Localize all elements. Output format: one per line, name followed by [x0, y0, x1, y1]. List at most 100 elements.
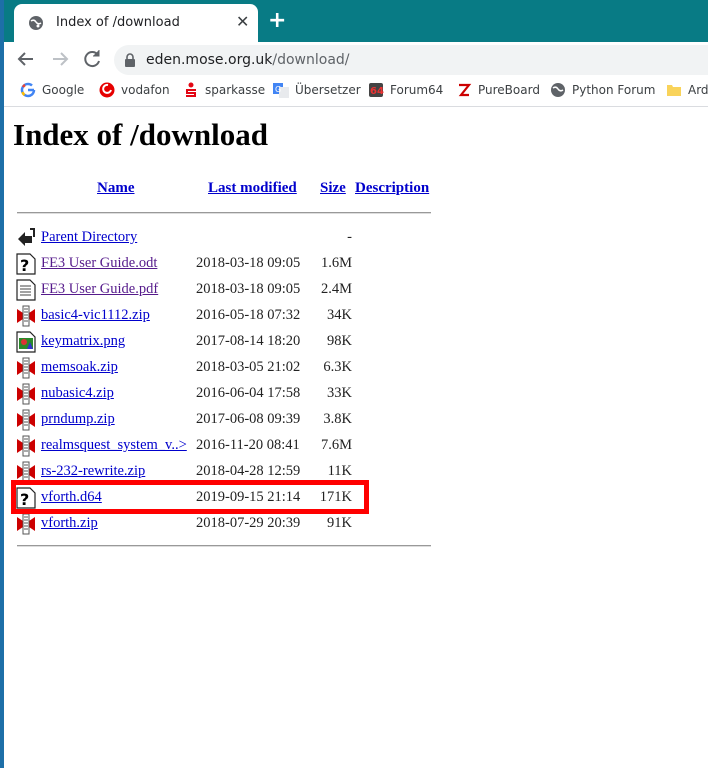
table-row: keymatrix.png 2017-08-14 18:20 98K [16, 328, 436, 354]
back-arrow-icon[interactable] [14, 47, 38, 71]
file-size: - [347, 229, 352, 245]
bookmark-label: vodafon [121, 83, 170, 97]
address-bar[interactable]: eden.mose.org.uk/download/ [114, 45, 708, 75]
compressed-icon [16, 383, 36, 405]
compressed-icon [16, 513, 36, 535]
page-content: Index of /download Name Last modified Si… [4, 107, 708, 768]
table-row: nubasic4.zip 2016-06-04 17:58 33K [16, 380, 436, 406]
file-date: 2018-03-18 09:05 [196, 281, 301, 297]
text-file-icon [16, 279, 36, 301]
bookmark-sparkasse[interactable]: sparkasse [183, 82, 265, 100]
table-row: ? FE3 User Guide.odt 2018-03-18 09:05 1.6M [16, 250, 436, 276]
url-path: /download/ [272, 52, 350, 68]
vodafone-icon [99, 82, 115, 98]
table-row: FE3 User Guide.pdf 2018-03-18 09:05 2.4M [16, 276, 436, 302]
forward-arrow-icon[interactable] [48, 47, 72, 71]
pureboard-icon [458, 83, 472, 97]
table-row: Parent Directory - [16, 224, 436, 250]
column-header-size[interactable]: Size [320, 180, 346, 197]
image-icon [16, 331, 36, 353]
tab-index-download[interactable]: Index of /download ✕ [14, 4, 258, 42]
url-host: eden.mose.org.uk [146, 52, 273, 68]
divider [17, 212, 431, 214]
toolbar: eden.mose.org.uk/download/ [4, 42, 708, 76]
file-date: 2018-04-28 12:59 [196, 463, 301, 479]
back-icon [16, 227, 36, 249]
bookmark-forum64[interactable]: 64 Forum64 [368, 82, 443, 100]
file-link[interactable]: Parent Directory [41, 229, 137, 246]
bookmark-label: PureBoard [478, 83, 540, 97]
file-size: 3.8K [323, 411, 352, 427]
divider [17, 545, 431, 547]
file-link[interactable]: realmsquest_system_v..> [41, 437, 187, 454]
file-date: 2016-06-04 17:58 [196, 385, 301, 401]
file-date: 2018-03-18 09:05 [196, 255, 301, 271]
file-link[interactable]: FE3 User Guide.odt [41, 255, 157, 272]
column-header-name[interactable]: Name [97, 180, 135, 197]
google-icon [20, 82, 36, 98]
lock-icon [125, 53, 135, 67]
file-link[interactable]: nubasic4.zip [41, 385, 114, 402]
reload-icon[interactable] [80, 47, 104, 71]
file-size: 7.6M [320, 437, 352, 453]
compressed-icon [16, 305, 36, 327]
file-size: 6.3K [323, 359, 352, 375]
file-link[interactable]: prndump.zip [41, 411, 115, 428]
compressed-icon [16, 409, 36, 431]
bookmark-label: sparkasse [205, 83, 266, 97]
file-link[interactable]: rs-232-rewrite.zip [41, 463, 145, 480]
table-row: basic4-vic1112.zip 2016-05-18 07:32 34K [16, 302, 436, 328]
table-row: memsoak.zip 2018-03-05 21:02 6.3K [16, 354, 436, 380]
file-size: 11K [327, 463, 352, 479]
forum64-icon: 64 [369, 83, 384, 97]
file-date: 2017-06-08 09:39 [196, 411, 301, 427]
highlight-box [11, 480, 369, 514]
table-row: prndump.zip 2017-06-08 09:39 3.8K [16, 406, 436, 432]
folder-icon [667, 85, 681, 96]
new-tab-button[interactable]: + [268, 10, 286, 32]
file-link[interactable]: vforth.zip [41, 515, 98, 532]
table-row: realmsquest_system_v..> 2016-11-20 08:41 7… [16, 432, 436, 458]
page-title: Index of /download [13, 117, 268, 152]
file-date: 2018-03-05 21:02 [196, 359, 301, 375]
column-header-last-modified[interactable]: Last modified [208, 180, 297, 197]
bookmark-pureboard[interactable]: PureBoard [456, 82, 540, 100]
url-text: eden.mose.org.uk/download/ [146, 52, 350, 68]
browser-window: Index of /download ✕ + eden.mose.org.uk/… [4, 0, 708, 768]
file-link[interactable]: keymatrix.png [41, 333, 125, 350]
bookmark-python-forum[interactable]: Python Forum [550, 82, 655, 100]
file-date: 2017-08-14 18:20 [196, 333, 301, 349]
file-date: 2016-11-20 08:41 [196, 437, 300, 453]
file-size: 98K [327, 333, 352, 349]
file-date: 2016-05-18 07:32 [196, 307, 301, 323]
file-link[interactable]: FE3 User Guide.pdf [41, 281, 158, 298]
svg-text:G: G [275, 85, 281, 94]
tab-strip: Index of /download ✕ + [4, 0, 708, 42]
compressed-icon [16, 357, 36, 379]
bookmark-label: Google [42, 83, 85, 97]
bookmark-label: Ard [688, 83, 708, 97]
bookmark-uebersetzer[interactable]: G Übersetzer [273, 82, 361, 100]
svg-text:64: 64 [370, 86, 384, 97]
file-link[interactable]: basic4-vic1112.zip [41, 307, 150, 324]
file-size: 34K [327, 307, 352, 323]
file-size: 91K [327, 515, 352, 531]
bookmark-label: Forum64 [390, 83, 444, 97]
column-header-description[interactable]: Description [355, 180, 429, 197]
file-size: 33K [327, 385, 352, 401]
svg-text:?: ? [20, 256, 29, 275]
compressed-icon [16, 435, 36, 457]
bookmark-vodafon[interactable]: vodafon [99, 82, 170, 100]
close-tab-icon[interactable]: ✕ [236, 13, 249, 31]
unknown-file-icon: ? [16, 253, 36, 275]
bookmark-ard[interactable]: Ard [666, 82, 708, 100]
bookmark-label: Python Forum [572, 83, 656, 97]
globe-icon [551, 83, 565, 97]
bookmark-google[interactable]: Google [20, 82, 84, 100]
bookmarks-bar: Google vodafon sparkasse G Übersetzer 64 F… [4, 76, 708, 107]
translate-icon: G [273, 83, 289, 98]
file-link[interactable]: memsoak.zip [41, 359, 118, 376]
bookmark-label: Übersetzer [295, 83, 361, 97]
file-date: 2018-07-29 20:39 [196, 515, 301, 531]
file-size: 2.4M [320, 281, 352, 297]
